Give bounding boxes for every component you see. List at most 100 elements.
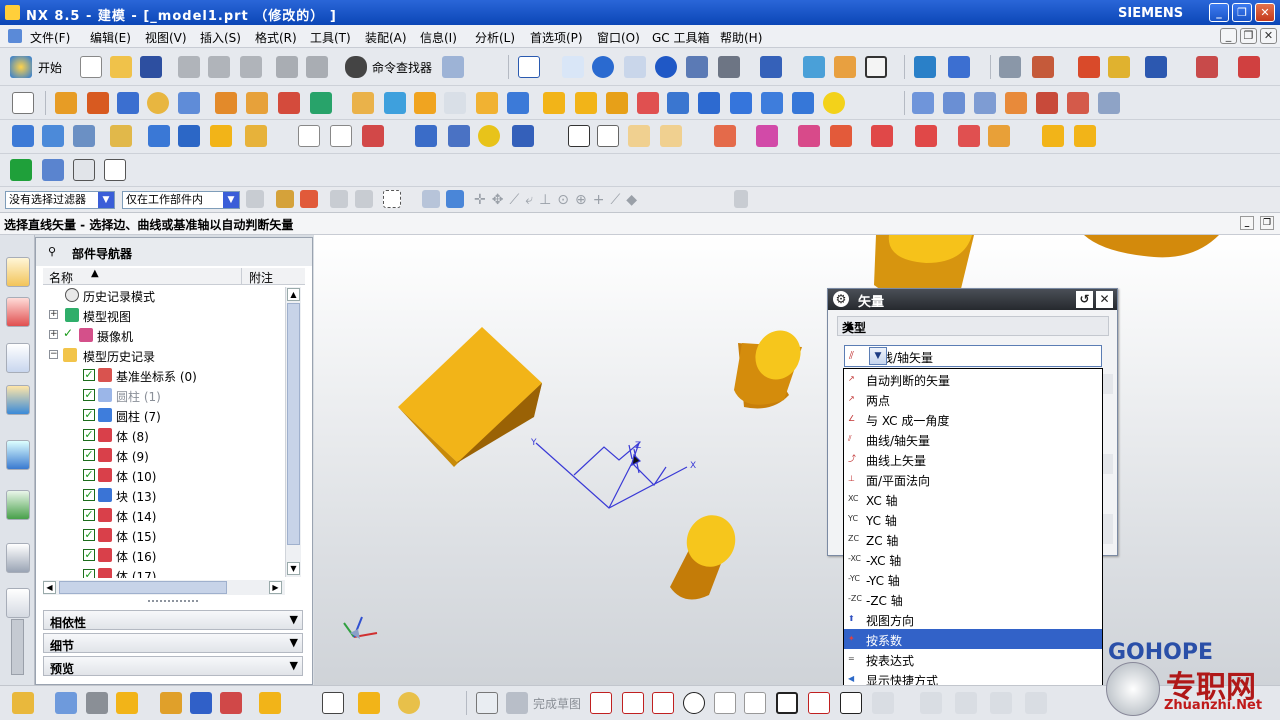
graphics-window[interactable]: Y X Z <box>314 235 1280 685</box>
gear-feature-icon[interactable] <box>714 125 736 147</box>
explode-icon[interactable] <box>220 692 242 714</box>
menu-edit[interactable]: 编辑(E) <box>90 29 131 46</box>
dependencies-panel[interactable]: 相依性 ▼ <box>43 610 303 630</box>
datum-plane-icon[interactable] <box>215 92 237 114</box>
clearance-icon[interactable] <box>322 692 344 714</box>
cursor-icon[interactable] <box>330 190 348 208</box>
tree-row[interactable]: ✓ 圆柱 (1) <box>43 385 285 405</box>
color-icon[interactable] <box>1108 56 1130 78</box>
sketch-plane-icon[interactable] <box>104 159 126 181</box>
new-file-icon[interactable] <box>80 56 102 78</box>
details-panel[interactable]: 细节 ▼ <box>43 633 303 653</box>
point-sketch-icon[interactable] <box>840 692 862 714</box>
move-component-icon[interactable] <box>160 692 182 714</box>
tree-row[interactable]: − 模型历史记录 <box>43 345 285 365</box>
link-icon[interactable] <box>398 692 420 714</box>
weld-icon[interactable] <box>756 125 778 147</box>
measure-icon[interactable] <box>999 56 1021 78</box>
feature-checkbox[interactable]: ✓ <box>83 389 95 401</box>
tree-row[interactable]: ✓ 体 (16) <box>43 545 285 565</box>
feature-select-icon[interactable] <box>422 190 440 208</box>
studio-icon[interactable] <box>834 56 856 78</box>
cube-solid-icon[interactable] <box>730 92 752 114</box>
components-icon[interactable] <box>55 692 77 714</box>
sync-move-face-icon[interactable] <box>12 125 34 147</box>
sew-icon[interactable] <box>1036 92 1058 114</box>
feature-checkbox[interactable]: ✓ <box>83 429 95 441</box>
tree-row[interactable]: ✓ 体 (14) <box>43 505 285 525</box>
feature-checkbox[interactable]: ✓ <box>83 469 95 481</box>
option-yc-axis[interactable]: YC YC 轴 <box>844 509 1102 529</box>
menu-info[interactable]: 信息(I) <box>420 29 457 46</box>
menu-preferences[interactable]: 首选项(P) <box>530 29 583 46</box>
option-two-points[interactable]: ↗ 两点 <box>844 389 1102 409</box>
rectangle-icon[interactable] <box>776 692 798 714</box>
layer-icon[interactable] <box>865 56 887 78</box>
collapse-icon[interactable]: − <box>49 350 58 359</box>
feature-checkbox[interactable]: ✓ <box>83 409 95 421</box>
surface-icon[interactable] <box>912 92 934 114</box>
orient-view-icon[interactable] <box>760 56 782 78</box>
sketch-more-icon[interactable] <box>1025 692 1047 714</box>
option-inferred-vector[interactable]: ↗ 自动判断的矢量 <box>844 369 1102 389</box>
option-vector-on-curve[interactable]: ⤴ 曲线上矢量 <box>844 449 1102 469</box>
rotate-icon[interactable] <box>655 56 677 78</box>
menu-analysis[interactable]: 分析(L) <box>475 29 515 46</box>
doc-minimize-button[interactable]: _ <box>1220 28 1237 44</box>
rectangle-select-icon[interactable] <box>383 190 401 208</box>
snap-more-icon[interactable] <box>734 190 748 208</box>
dialog-close-icon[interactable]: ✕ <box>1096 291 1113 308</box>
chamfer-sketch-icon[interactable] <box>744 692 766 714</box>
slot-icon[interactable] <box>637 92 659 114</box>
extend-curve-icon[interactable] <box>955 692 977 714</box>
rib-icon[interactable] <box>667 92 689 114</box>
extrude-icon[interactable] <box>55 92 77 114</box>
cylinder-solid-bottom[interactable] <box>670 508 742 600</box>
hole-icon[interactable] <box>147 92 169 114</box>
magnify-icon[interactable] <box>592 56 614 78</box>
menu-assembly[interactable]: 装配(A) <box>365 29 407 46</box>
gear-icon[interactable]: ⚙ <box>833 291 849 307</box>
offset-curve-icon[interactable] <box>872 692 894 714</box>
tooling-icon[interactable] <box>958 125 980 147</box>
system-materials-tab[interactable] <box>6 588 30 618</box>
tree-row[interactable]: + 模型视图 <box>43 305 285 325</box>
assembly-icon[interactable] <box>12 692 34 714</box>
menu-file[interactable]: 文件(F) <box>30 29 70 46</box>
datum-axis-icon[interactable] <box>246 92 268 114</box>
finish-sketch-icon[interactable] <box>506 692 528 714</box>
edge-blend-icon[interactable] <box>384 92 406 114</box>
sketch-icon[interactable] <box>12 92 34 114</box>
grid-icon[interactable] <box>1196 56 1218 78</box>
option-face-plane-normal[interactable]: ⊥ 面/平面法向 <box>844 469 1102 489</box>
electrode-icon[interactable] <box>915 125 937 147</box>
pmi-icon[interactable] <box>245 125 267 147</box>
option-view-direction[interactable]: ⬆ 视图方向 <box>844 609 1102 629</box>
feature-checkbox[interactable]: ✓ <box>83 569 95 578</box>
mirror-icon[interactable] <box>507 92 529 114</box>
revolve-icon[interactable] <box>87 92 109 114</box>
cylinder-top-right[interactable] <box>1084 235 1219 258</box>
expand-icon[interactable]: + <box>49 330 58 339</box>
resource-bar-scroll[interactable] <box>11 619 24 675</box>
reuse-library-tab[interactable] <box>6 385 30 415</box>
menu-gc-toolbox[interactable]: GC 工具箱 <box>652 29 710 46</box>
maximize-button[interactable]: ❐ <box>1232 3 1252 22</box>
sketch-constraint-icon[interactable] <box>42 159 64 181</box>
minimize-button[interactable]: _ <box>1209 3 1229 22</box>
chamfer-icon[interactable] <box>414 92 436 114</box>
perspective-icon[interactable] <box>686 56 708 78</box>
pull-face-icon[interactable] <box>42 125 64 147</box>
move-icon[interactable] <box>1145 56 1167 78</box>
cylinder-icon[interactable] <box>761 92 783 114</box>
component-icon[interactable] <box>86 692 108 714</box>
line-curve-icon[interactable] <box>298 125 320 147</box>
reset-icon[interactable]: ↺ <box>1076 291 1093 308</box>
cone-icon[interactable] <box>792 92 814 114</box>
block-solid[interactable] <box>398 327 542 467</box>
trim-icon[interactable] <box>444 92 466 114</box>
triangle-icon[interactable] <box>568 125 590 147</box>
pattern-icon[interactable] <box>476 92 498 114</box>
tree-row[interactable]: ✓ 圆柱 (7) <box>43 405 285 425</box>
surface-more-icon[interactable] <box>1098 92 1120 114</box>
